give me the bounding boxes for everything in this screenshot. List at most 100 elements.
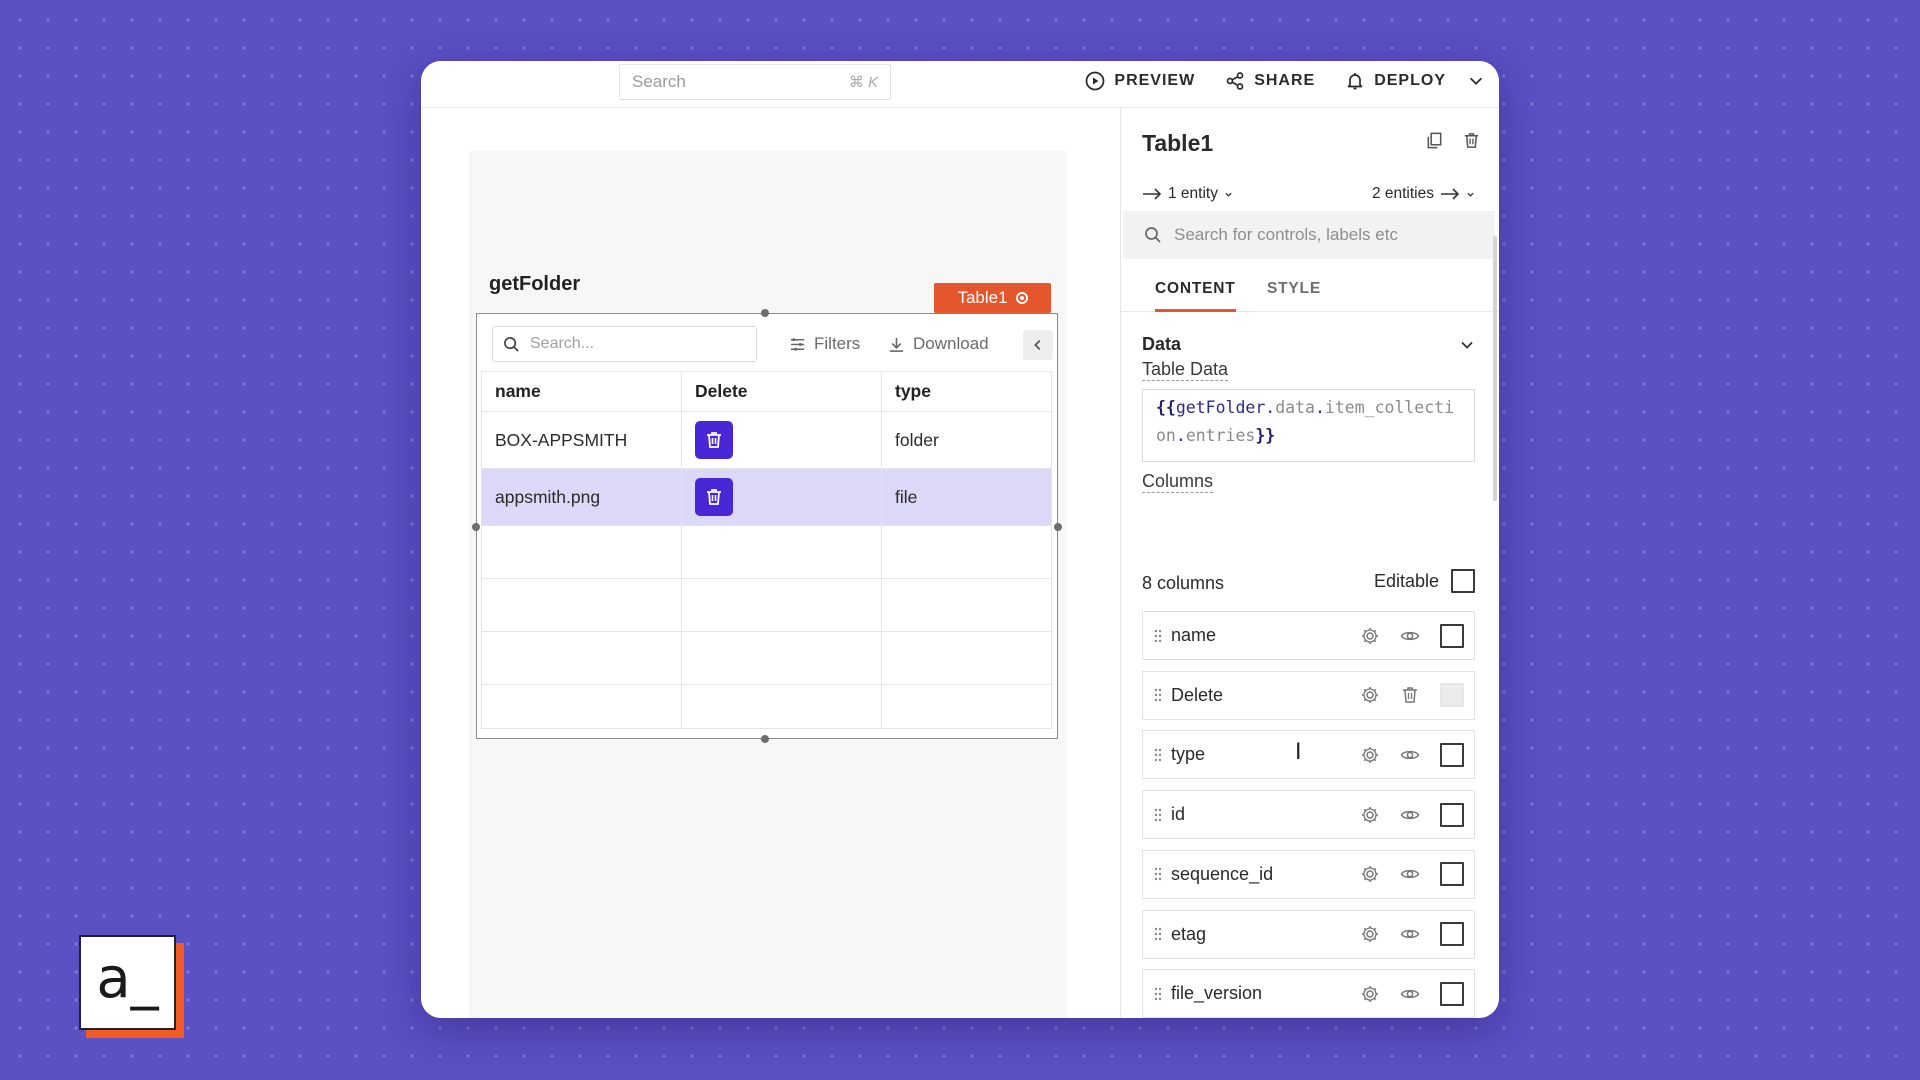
drag-handle-icon[interactable]	[1153, 628, 1163, 644]
delete-row-button[interactable]	[695, 421, 733, 459]
column-editable-checkbox[interactable]	[1440, 981, 1464, 1006]
chevron-down-icon[interactable]	[1467, 72, 1485, 90]
chevron-left-icon	[1034, 340, 1041, 350]
deploy-label: DEPLOY	[1374, 72, 1446, 89]
table-search-input[interactable]: Search...	[492, 326, 757, 362]
delete-row-button[interactable]	[695, 478, 733, 516]
column-header[interactable]: type	[881, 371, 1052, 412]
play-circle-icon	[1085, 71, 1105, 91]
filter-icon	[790, 337, 805, 351]
collapse-toolbar-button[interactable]	[1023, 330, 1053, 360]
trash-icon[interactable]	[1400, 685, 1420, 705]
selected-widget-name: Table1	[957, 288, 1008, 307]
editable-checkbox[interactable]	[1451, 569, 1475, 593]
column-editable-checkbox	[1440, 683, 1464, 708]
column-editable-checkbox[interactable]	[1440, 623, 1464, 648]
gear-icon[interactable]	[1360, 864, 1380, 884]
incoming-entities-label: 1 entity	[1168, 185, 1218, 202]
preview-button[interactable]: PREVIEW	[1085, 71, 1195, 91]
resize-handle-bottom[interactable]	[761, 735, 769, 743]
eye-icon[interactable]	[1400, 626, 1420, 646]
settings-icon	[1015, 292, 1028, 304]
gear-icon[interactable]	[1360, 745, 1380, 765]
empty-table-row	[481, 684, 1052, 729]
drag-handle-icon[interactable]	[1153, 866, 1163, 882]
column-editable-checkbox[interactable]	[1440, 862, 1464, 887]
column-item[interactable]: sequence_id	[1142, 849, 1475, 899]
column-item[interactable]: Delete	[1142, 670, 1475, 720]
gear-icon[interactable]	[1360, 924, 1380, 944]
column-editable-checkbox[interactable]	[1440, 742, 1464, 767]
incoming-entities-dropdown[interactable]: 1 entity	[1142, 185, 1233, 203]
deploy-button[interactable]: DEPLOY	[1345, 71, 1485, 91]
column-item-name: id	[1171, 804, 1186, 825]
table-widget[interactable]: Search... Filters Download name Delete t…	[472, 309, 1062, 743]
column-header[interactable]: Delete	[681, 371, 882, 412]
code-token: data	[1275, 398, 1315, 417]
eye-icon[interactable]	[1400, 984, 1420, 1004]
selected-widget-tag[interactable]: Table1	[934, 283, 1051, 313]
empty-table-row	[481, 525, 1052, 579]
filters-button[interactable]: Filters	[789, 326, 860, 362]
appsmith-logo: a_	[79, 935, 176, 1030]
trash-icon[interactable]	[1462, 131, 1481, 150]
global-search-placeholder: Search	[632, 72, 686, 91]
download-button[interactable]: Download	[888, 326, 989, 362]
preview-label: PREVIEW	[1114, 72, 1196, 89]
column-item[interactable]: id	[1142, 790, 1475, 840]
table-cell-name: appsmith.png	[481, 468, 682, 526]
tab-style[interactable]: STYLE	[1267, 280, 1321, 309]
column-item-name: file_version	[1171, 983, 1263, 1004]
column-editable-checkbox[interactable]	[1440, 802, 1464, 827]
global-search-input[interactable]: Search ⌘ K	[619, 64, 891, 100]
column-item[interactable]: type	[1142, 730, 1475, 780]
resize-handle-left[interactable]	[472, 523, 480, 531]
eye-icon[interactable]	[1400, 745, 1420, 765]
empty-table-row	[481, 631, 1052, 685]
download-icon	[889, 337, 904, 352]
drag-handle-icon[interactable]	[1153, 687, 1163, 703]
gear-icon[interactable]	[1360, 805, 1380, 825]
outgoing-entities-dropdown[interactable]: 2 entities	[1372, 185, 1475, 203]
table-data-label: Table Data	[1142, 359, 1229, 381]
drag-handle-icon[interactable]	[1153, 807, 1163, 823]
drag-handle-icon[interactable]	[1153, 986, 1163, 1002]
gear-icon[interactable]	[1360, 685, 1380, 705]
pane-title[interactable]: Table1	[1142, 130, 1213, 157]
drag-handle-icon[interactable]	[1153, 747, 1163, 763]
editor-canvas: getFolder Table1 Search... Filters Downl…	[421, 108, 1120, 1018]
eye-icon[interactable]	[1400, 864, 1420, 884]
tab-content[interactable]: CONTENT	[1155, 280, 1236, 312]
gear-icon[interactable]	[1360, 984, 1380, 1004]
property-search-input[interactable]: Search for controls, labels etc	[1123, 211, 1495, 259]
trash-icon	[707, 432, 721, 448]
column-item[interactable]: file_version	[1142, 969, 1475, 1018]
copy-icon[interactable]	[1425, 131, 1444, 150]
download-label: Download	[913, 334, 989, 353]
column-header[interactable]: name	[481, 371, 682, 412]
column-item-name: etag	[1171, 923, 1207, 944]
code-token: .	[1175, 426, 1186, 445]
drag-handle-icon[interactable]	[1153, 926, 1163, 942]
column-editable-checkbox[interactable]	[1440, 922, 1464, 946]
resize-handle-right[interactable]	[1054, 523, 1062, 531]
share-button[interactable]: SHARE	[1225, 71, 1315, 91]
column-item[interactable]: etag	[1142, 909, 1475, 959]
search-shortcut-hint: ⌘ K	[848, 74, 878, 91]
table-data-code-input[interactable]: {{getFolder.data.item_collection.entries…	[1142, 389, 1475, 462]
column-item[interactable]: name	[1142, 611, 1475, 660]
table-cell-delete	[681, 411, 882, 469]
data-section-title: Data	[1142, 334, 1182, 354]
data-section-header[interactable]: Data	[1142, 334, 1475, 355]
filters-label: Filters	[814, 334, 861, 353]
table-cell-delete	[681, 468, 882, 526]
table-row[interactable]: BOX-APPSMITH folder	[481, 411, 1052, 469]
gear-icon[interactable]	[1360, 626, 1380, 646]
data-table: name Delete type BOX-APPSMITH folder app…	[481, 371, 1052, 729]
eye-icon[interactable]	[1400, 805, 1420, 825]
table-header-row: name Delete type	[481, 371, 1052, 412]
table-row[interactable]: appsmith.png file	[481, 468, 1052, 526]
eye-icon[interactable]	[1400, 924, 1420, 944]
columns-label: Columns	[1142, 471, 1214, 493]
pane-scrollbar[interactable]	[1493, 236, 1497, 501]
